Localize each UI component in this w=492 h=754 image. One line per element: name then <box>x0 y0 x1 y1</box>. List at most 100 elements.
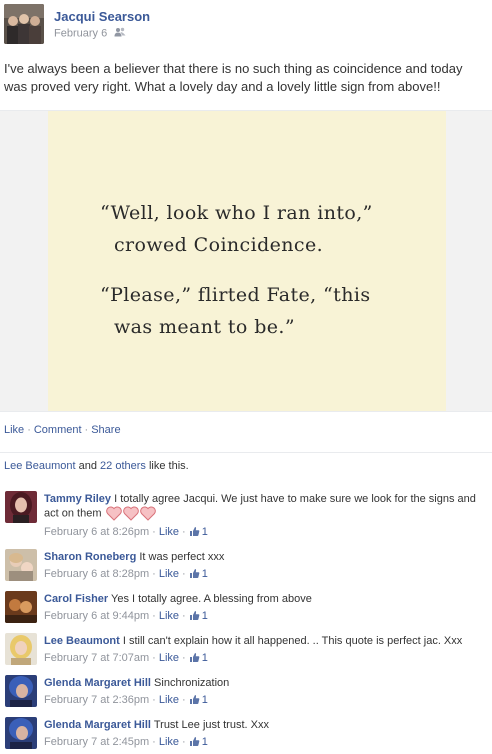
post-meta: February 6 <box>54 27 126 40</box>
comment-like-count[interactable]: 1 <box>189 652 208 664</box>
comment-like-button[interactable]: Like <box>159 568 179 580</box>
separator: · <box>152 694 156 706</box>
comment-item: Lee Beaumont I still can't explain how i… <box>0 626 492 668</box>
comment-like-number: 1 <box>201 526 208 538</box>
separator: · <box>182 736 186 748</box>
comment-item: Carol Fisher Yes I totally agree. A bles… <box>0 584 492 626</box>
comment-body: Glenda Margaret Hill Trust Lee just trus… <box>44 718 484 732</box>
commenter-avatar[interactable] <box>5 591 37 623</box>
heart-emoji-icon <box>139 506 156 521</box>
comment-like-count[interactable]: 1 <box>189 568 208 580</box>
like-button[interactable]: Like <box>4 424 24 436</box>
comment-like-button[interactable]: Like <box>159 694 179 706</box>
separator: · <box>152 568 156 580</box>
comment-body: Sharon Roneberg It was perfect xxx <box>44 550 484 564</box>
commenter-avatar[interactable] <box>5 491 37 523</box>
likes-suffix: like this. <box>145 460 189 472</box>
commenter-name[interactable]: Sharon Roneberg <box>44 551 136 563</box>
comment-like-count[interactable]: 1 <box>189 694 208 706</box>
heart-emoji-icon <box>122 506 139 521</box>
commenter-name[interactable]: Tammy Riley <box>44 493 111 505</box>
comment-like-number: 1 <box>201 568 208 580</box>
quote-line: crowed Coincidence. <box>114 234 324 256</box>
separator: · <box>152 652 156 664</box>
commenter-avatar[interactable] <box>5 675 37 707</box>
comment-item: Sharon Roneberg It was perfect xxx Febru… <box>0 542 492 584</box>
comment-meta: February 7 at 2:45pm · Like · 1 <box>44 736 208 748</box>
others-likes-link[interactable]: 22 others <box>100 460 146 472</box>
separator: · <box>27 424 31 436</box>
commenter-avatar[interactable] <box>5 549 37 581</box>
liker-name-link[interactable]: Lee Beaumont <box>4 460 76 472</box>
post-text: I've always been a believer that there i… <box>4 61 463 94</box>
likes-summary: Lee Beaumont and 22 others like this. <box>0 452 492 482</box>
comment-time[interactable]: February 7 at 2:45pm <box>44 736 149 748</box>
commenter-name[interactable]: Glenda Margaret Hill <box>44 719 151 731</box>
comment-item: Glenda Margaret Hill Trust Lee just trus… <box>0 710 492 754</box>
comment-body: Glenda Margaret Hill Sinchronization <box>44 676 484 690</box>
comment-text: I still can't explain how it all happene… <box>122 635 463 647</box>
quote-line: was meant to be.” <box>114 316 295 338</box>
commenter-name[interactable]: Lee Beaumont <box>44 635 120 647</box>
author-avatar[interactable] <box>4 4 44 44</box>
post-actions: Like · Comment · Share <box>4 424 121 436</box>
comment-like-number: 1 <box>201 694 208 706</box>
comment-text: Sinchronization <box>154 677 230 689</box>
quote-line: “Please,” flirted Fate, “this <box>100 284 371 306</box>
separator: · <box>152 610 156 622</box>
comment-like-count[interactable]: 1 <box>189 736 208 748</box>
heart-emoji-icon <box>105 506 122 521</box>
separator: · <box>182 694 186 706</box>
commenter-avatar[interactable] <box>5 633 37 665</box>
comment-meta: February 6 at 8:28pm · Like · 1 <box>44 568 208 580</box>
comment-like-number: 1 <box>201 736 208 748</box>
likes-and: and <box>75 460 101 472</box>
separator: · <box>152 736 156 748</box>
comment-text: Yes I totally agree. A blessing from abo… <box>111 593 312 605</box>
thumbs-up-icon <box>189 695 200 704</box>
post-header: Jacqui Searson February 6 <box>0 0 492 52</box>
heart-emoji-group <box>105 506 156 521</box>
comment-like-number: 1 <box>201 652 208 664</box>
comment-like-count[interactable]: 1 <box>189 526 208 538</box>
comment-button[interactable]: Comment <box>34 424 82 436</box>
separator: · <box>152 526 156 538</box>
commenter-avatar[interactable] <box>5 717 37 749</box>
quote-line: “Well, look who I ran into,” <box>100 202 373 224</box>
comment-item: Tammy Riley I totally agree Jacqui. We j… <box>0 484 492 542</box>
comment-time[interactable]: February 6 at 8:26pm <box>44 526 149 538</box>
separator: · <box>182 568 186 580</box>
comment-meta: February 6 at 8:26pm · Like · 1 <box>44 526 208 538</box>
comment-meta: February 7 at 2:36pm · Like · 1 <box>44 694 208 706</box>
comment-like-button[interactable]: Like <box>159 652 179 664</box>
thumbs-up-icon <box>189 611 200 620</box>
commenter-name[interactable]: Glenda Margaret Hill <box>44 677 151 689</box>
separator: · <box>182 526 186 538</box>
comment-meta: February 6 at 9:44pm · Like · 1 <box>44 610 208 622</box>
post-photo[interactable]: “Well, look who I ran into,” crowed Coin… <box>48 111 446 411</box>
comment-like-count[interactable]: 1 <box>189 610 208 622</box>
friends-icon[interactable] <box>114 27 126 40</box>
comment-body: Lee Beaumont I still can't explain how i… <box>44 634 484 648</box>
comment-time[interactable]: February 6 at 9:44pm <box>44 610 149 622</box>
thumbs-up-icon <box>189 569 200 578</box>
comment-text: It was perfect xxx <box>139 551 225 563</box>
separator: · <box>182 610 186 622</box>
post-date[interactable]: February 6 <box>54 27 107 39</box>
comment-like-number: 1 <box>201 610 208 622</box>
comment-time[interactable]: February 7 at 7:07am <box>44 652 149 664</box>
thumbs-up-icon <box>189 653 200 662</box>
comment-time[interactable]: February 7 at 2:36pm <box>44 694 149 706</box>
comment-time[interactable]: February 6 at 8:28pm <box>44 568 149 580</box>
comment-like-button[interactable]: Like <box>159 610 179 622</box>
comment-meta: February 7 at 7:07am · Like · 1 <box>44 652 208 664</box>
comment-like-button[interactable]: Like <box>159 526 179 538</box>
commenter-name[interactable]: Carol Fisher <box>44 593 108 605</box>
comment-item: Glenda Margaret Hill Sinchronization Feb… <box>0 668 492 710</box>
post-author-name[interactable]: Jacqui Searson <box>54 9 150 24</box>
thumbs-up-icon <box>189 527 200 536</box>
share-button[interactable]: Share <box>91 424 120 436</box>
separator: · <box>84 424 89 436</box>
comment-like-button[interactable]: Like <box>159 736 179 748</box>
separator: · <box>182 652 186 664</box>
